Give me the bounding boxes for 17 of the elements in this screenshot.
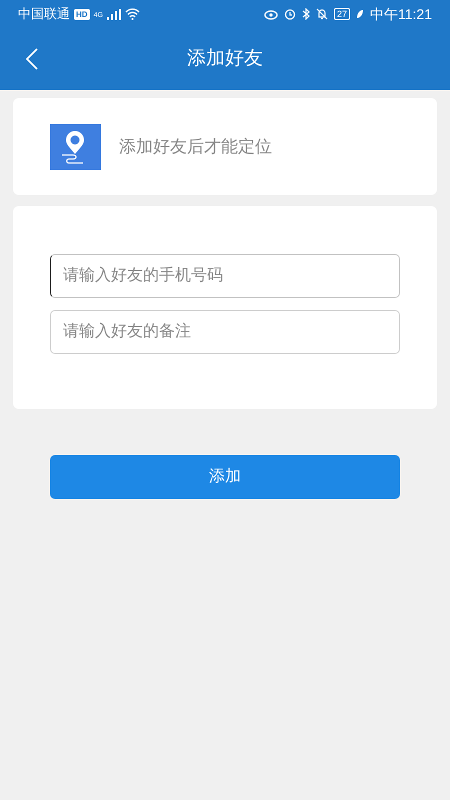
location-pin-icon <box>50 124 101 170</box>
page-title: 添加好友 <box>187 46 263 71</box>
bluetooth-icon <box>302 8 310 20</box>
add-button[interactable]: 添加 <box>50 455 400 499</box>
info-text: 添加好友后才能定位 <box>119 136 272 158</box>
text-field[interactable]: 请输入好友的备注 <box>50 310 400 354</box>
wifi-icon <box>124 8 140 20</box>
leaf-icon <box>356 9 364 19</box>
text-field[interactable]: 请输入好友的手机号码 <box>50 254 400 298</box>
eye-icon <box>264 8 278 20</box>
clock-time: 中午11:21 <box>370 4 432 24</box>
mute-bell-icon <box>316 8 328 20</box>
hd-badge: HD <box>74 8 90 20</box>
alarm-icon <box>284 8 296 20</box>
signal-icon <box>106 8 121 20</box>
battery-indicator: 27 <box>334 8 350 20</box>
carrier-name: 中国联通 <box>18 5 70 24</box>
